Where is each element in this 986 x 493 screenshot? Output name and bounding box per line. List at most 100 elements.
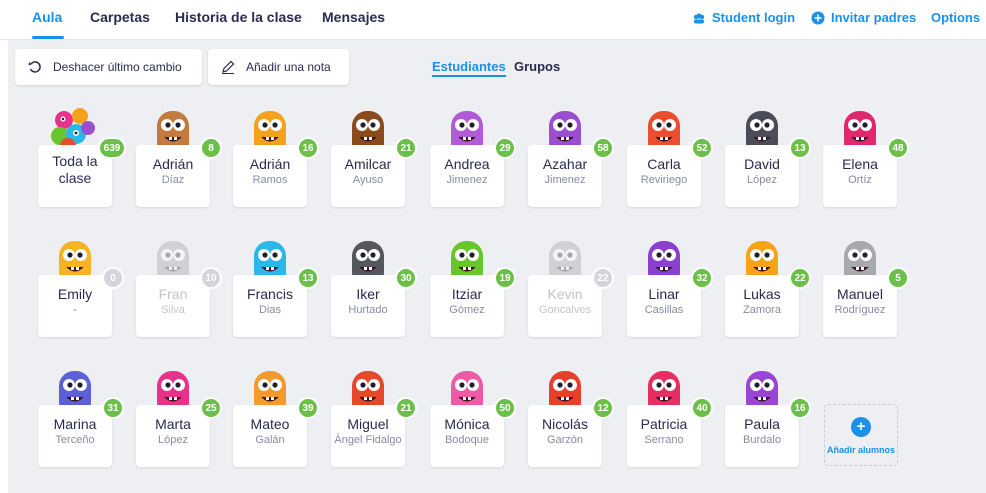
student-card[interactable]: Lukas Zamora <box>725 275 799 337</box>
student-last-name: Reviriego <box>640 174 688 186</box>
student-card[interactable]: Linar Casillas <box>627 275 701 337</box>
student-card[interactable]: Azahar Jimenez <box>528 145 602 207</box>
student-card[interactable]: Andrea Jimenez <box>430 145 504 207</box>
student-points-badge: 12 <box>592 397 614 419</box>
student-last-name: - <box>73 304 77 316</box>
student-first-name: Andrea <box>444 156 490 172</box>
student-last-name: Silva <box>161 304 185 316</box>
student-card[interactable]: Kevin Goncalves <box>528 275 602 337</box>
student-first-name: Azahar <box>542 156 588 172</box>
undo-button[interactable]: Deshacer último cambio <box>15 49 202 85</box>
student-points-badge: 39 <box>297 397 319 419</box>
student-last-name: Jimenez <box>544 174 586 186</box>
student-points-badge: 30 <box>395 267 417 289</box>
student-points-badge: 58 <box>592 137 614 159</box>
student-last-name: Goncalves <box>539 304 591 316</box>
student-last-name: Bodoque <box>444 434 490 446</box>
student-card[interactable]: Elena Ortíz <box>823 145 897 207</box>
student-last-name: Ortíz <box>848 174 872 186</box>
student-last-name: Galán <box>255 434 285 446</box>
student-points-badge: 16 <box>297 137 319 159</box>
view-groups-toggle[interactable]: Grupos <box>514 59 560 74</box>
student-card[interactable]: Miguel Ángel Fidalgo <box>331 405 405 467</box>
add-students-button[interactable]: + Añadir alumnos <box>824 404 898 466</box>
options-menu[interactable]: Options <box>931 10 980 25</box>
student-card[interactable]: Itziar Gómez <box>430 275 504 337</box>
students-group-icon <box>693 12 705 23</box>
student-points-badge: 22 <box>789 267 811 289</box>
add-note-button[interactable]: Añadir una nota <box>208 49 349 85</box>
tab-historia-clase[interactable]: Historia de la clase <box>175 9 302 25</box>
student-card[interactable]: Marina Terceño <box>38 405 112 467</box>
add-students-label: Añadir alumnos <box>826 445 895 455</box>
invite-parents-link[interactable]: Invitar padres <box>811 10 916 25</box>
student-first-name: Marina <box>53 416 97 432</box>
student-last-name: López <box>158 434 188 446</box>
student-card[interactable]: Paula Burdalo <box>725 405 799 467</box>
student-points-badge: 29 <box>494 137 516 159</box>
student-points-badge: 16 <box>789 397 811 419</box>
student-card[interactable]: Amilcar Ayuso <box>331 145 405 207</box>
tab-aula[interactable]: Aula <box>32 9 62 25</box>
student-first-name: Marta <box>155 416 191 432</box>
student-card[interactable]: Nicolás Garzón <box>528 405 602 467</box>
student-last-name: Garzón <box>546 434 584 446</box>
student-first-name: Amilcar <box>344 156 392 172</box>
student-card[interactable]: Adrián Díaz <box>136 145 210 207</box>
student-login-label: Student login <box>712 10 796 25</box>
student-card[interactable]: Carla Reviriego <box>627 145 701 207</box>
student-points-badge: 5 <box>887 267 909 289</box>
student-card[interactable]: Iker Hurtado <box>331 275 405 337</box>
tab-carpetas[interactable]: Carpetas <box>90 9 150 25</box>
student-card[interactable]: Fran Silva <box>136 275 210 337</box>
student-card[interactable]: Patricia Serrano <box>627 405 701 467</box>
tab-mensajes[interactable]: Mensajes <box>322 9 385 25</box>
student-last-name: López <box>747 174 777 186</box>
student-points-badge: 21 <box>395 397 417 419</box>
student-first-name: Patricia <box>640 416 688 432</box>
active-tab-indicator <box>32 36 64 39</box>
student-points-badge: 19 <box>494 267 516 289</box>
student-card[interactable]: Mónica Bodoque <box>430 405 504 467</box>
student-points-badge: 52 <box>691 137 713 159</box>
student-first-name: Carla <box>647 156 681 172</box>
student-card[interactable]: Mateo Galán <box>233 405 307 467</box>
student-card[interactable]: Francis Dias <box>233 275 307 337</box>
student-points-badge: 13 <box>297 267 319 289</box>
student-first-name: David <box>744 156 780 172</box>
pencil-icon <box>222 60 235 74</box>
student-first-name: Linar <box>648 286 680 302</box>
whole-class-label: Toda la clase <box>52 153 98 186</box>
view-students-toggle[interactable]: Estudiantes <box>432 59 506 77</box>
student-last-name: Rodríguez <box>834 304 886 316</box>
student-card[interactable]: Adrián Ramos <box>233 145 307 207</box>
student-last-name: Zamora <box>743 304 781 316</box>
student-points-badge: 0 <box>102 267 124 289</box>
student-points-badge: 50 <box>494 397 516 419</box>
invite-parents-label: Invitar padres <box>831 10 917 25</box>
student-card[interactable]: Emily - <box>38 275 112 337</box>
student-card[interactable]: Manuel Rodríguez <box>823 275 897 337</box>
student-login-link[interactable]: Student login <box>692 10 795 25</box>
student-first-name: Elena <box>842 156 878 172</box>
student-card[interactable]: David López <box>725 145 799 207</box>
student-card[interactable]: Marta López <box>136 405 210 467</box>
student-points-badge: 22 <box>592 267 614 289</box>
student-first-name: Iker <box>356 286 380 302</box>
whole-class-points-badge: 639 <box>98 137 126 159</box>
student-points-badge: 25 <box>200 397 222 419</box>
student-first-name: Manuel <box>837 286 883 302</box>
student-last-name: Ayuso <box>352 174 384 186</box>
add-note-label: Añadir una nota <box>246 60 331 74</box>
student-first-name: Francis <box>247 286 293 302</box>
student-points-badge: 31 <box>102 397 124 419</box>
student-points-badge: 40 <box>691 397 713 419</box>
student-last-name: Jimenez <box>446 174 488 186</box>
student-last-name: Dias <box>258 304 281 316</box>
top-nav: Aula Carpetas Historia de la clase Mensa… <box>0 0 986 40</box>
student-points-badge: 48 <box>887 137 909 159</box>
student-first-name: Itziar <box>451 286 483 302</box>
student-points-badge: 13 <box>789 137 811 159</box>
student-last-name: Casillas <box>644 304 684 316</box>
student-last-name: Díaz <box>161 174 185 186</box>
